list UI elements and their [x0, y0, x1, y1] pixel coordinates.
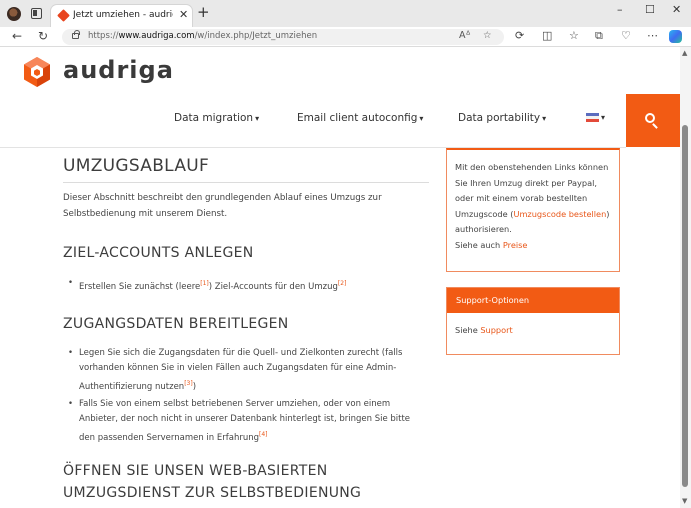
heading-zugangsdaten: ZUGANGSDATEN BEREITLEGEN: [63, 316, 289, 332]
collections-icon[interactable]: ⧉: [595, 29, 603, 43]
nav-email-client-autoconfig[interactable]: Email client autoconfig ▾: [297, 112, 423, 124]
footnote-link[interactable]: [1]: [200, 280, 209, 287]
favorites-icon[interactable]: ☆: [569, 29, 579, 42]
zugang-list: Legen Sie sich die Zugangsdaten für die …: [68, 346, 428, 448]
paypal-info-box: Mit den obenstehenden Links können Sie I…: [446, 148, 620, 272]
more-menu-icon[interactable]: ⋯: [647, 29, 658, 42]
support-see-text: Siehe Support: [455, 325, 513, 335]
search-icon-handle: [652, 123, 658, 129]
footnote-link[interactable]: [4]: [259, 431, 268, 438]
support-link[interactable]: Support: [480, 325, 512, 335]
umzugscode-link[interactable]: Umzugscode bestellen: [513, 209, 606, 219]
scroll-up-icon[interactable]: ▲: [682, 49, 687, 57]
heading-rule: [63, 182, 429, 183]
paypal-info-text: Mit den obenstehenden Links können Sie I…: [455, 162, 610, 234]
back-icon[interactable]: ←: [12, 29, 22, 43]
support-box: Support-Optionen Siehe Support: [446, 287, 620, 355]
browser-essentials-icon[interactable]: ♡: [621, 29, 631, 42]
audriga-logo-icon[interactable]: [22, 56, 52, 88]
footnote-link[interactable]: [3]: [184, 380, 193, 387]
url-text: https://www.audriga.com/w/index.php/Jetz…: [88, 31, 318, 41]
list-item: Erstellen Sie zunächst (leere[1]) Ziel-A…: [68, 276, 428, 295]
maximize-icon[interactable]: ☐: [645, 3, 655, 16]
audriga-favicon-icon: [57, 9, 70, 22]
favorite-star-icon[interactable]: ☆: [483, 30, 492, 41]
logo-text[interactable]: audriga: [63, 56, 174, 84]
chevron-down-icon: ▾: [419, 114, 424, 123]
search-button[interactable]: [626, 94, 680, 147]
list-item: Legen Sie sich die Zugangsdaten für die …: [68, 346, 428, 395]
search-icon: [645, 113, 655, 123]
tab-actions-icon[interactable]: [31, 8, 42, 19]
de-flag-icon[interactable]: [586, 113, 599, 122]
lock-icon[interactable]: [72, 30, 80, 39]
heading-ziel-accounts: ZIEL-ACCOUNTS ANLEGEN: [63, 245, 254, 261]
nav-data-portability[interactable]: Data portability ▾: [458, 112, 546, 124]
footnote-link[interactable]: [2]: [338, 280, 347, 287]
reload-icon[interactable]: ↻: [38, 29, 48, 43]
copilot-icon[interactable]: [669, 30, 682, 43]
window-close-icon[interactable]: ✕: [672, 3, 681, 16]
scrollbar-thumb[interactable]: [682, 125, 688, 487]
tab-title: Jetzt umziehen - audriga - data: [73, 10, 173, 20]
split-screen-icon[interactable]: ◫: [542, 29, 552, 42]
browser-tab-bar: Jetzt umziehen - audriga - data ✕ + – ☐ …: [0, 0, 691, 27]
heading-umzugsablauf: UMZUGSABLAUF: [63, 156, 210, 176]
intro-text: Dieser Abschnitt beschreibt den grundleg…: [63, 193, 382, 219]
list-item: Falls Sie von einem selbst betriebenen S…: [68, 397, 428, 446]
see-also-text: Siehe auch Preise: [455, 240, 528, 250]
new-tab-icon[interactable]: +: [197, 3, 210, 21]
url-field[interactable]: https://www.audriga.com/w/index.php/Jetz…: [62, 29, 504, 45]
chevron-down-icon: ▾: [542, 114, 547, 123]
nav-data-migration[interactable]: Data migration ▾: [174, 112, 259, 124]
chevron-down-icon: ▾: [255, 114, 260, 123]
profile-avatar[interactable]: [7, 7, 21, 21]
scroll-down-icon[interactable]: ▼: [682, 497, 687, 505]
preise-link[interactable]: Preise: [503, 240, 528, 250]
ziel-list: Erstellen Sie zunächst (leere[1]) Ziel-A…: [68, 276, 428, 297]
browser-tab[interactable]: Jetzt umziehen - audriga - data ✕: [50, 4, 193, 27]
heading-umzugsdienst: ÖFFNEN SIE UNSEN WEB-BASIERTEN UMZUGSDIE…: [63, 463, 362, 501]
read-aloud-icon[interactable]: Aᐞ: [459, 30, 471, 41]
minimize-icon[interactable]: –: [617, 3, 623, 16]
address-bar: ← ↻ https://www.audriga.com/w/index.php/…: [0, 27, 691, 47]
support-box-header: Support-Optionen: [447, 288, 619, 313]
support-box-title: Support-Optionen: [456, 295, 530, 305]
extensions-icon[interactable]: ⟳: [515, 29, 524, 42]
language-chevron-icon[interactable]: ▾: [601, 113, 605, 122]
tab-close-icon[interactable]: ✕: [179, 8, 188, 21]
